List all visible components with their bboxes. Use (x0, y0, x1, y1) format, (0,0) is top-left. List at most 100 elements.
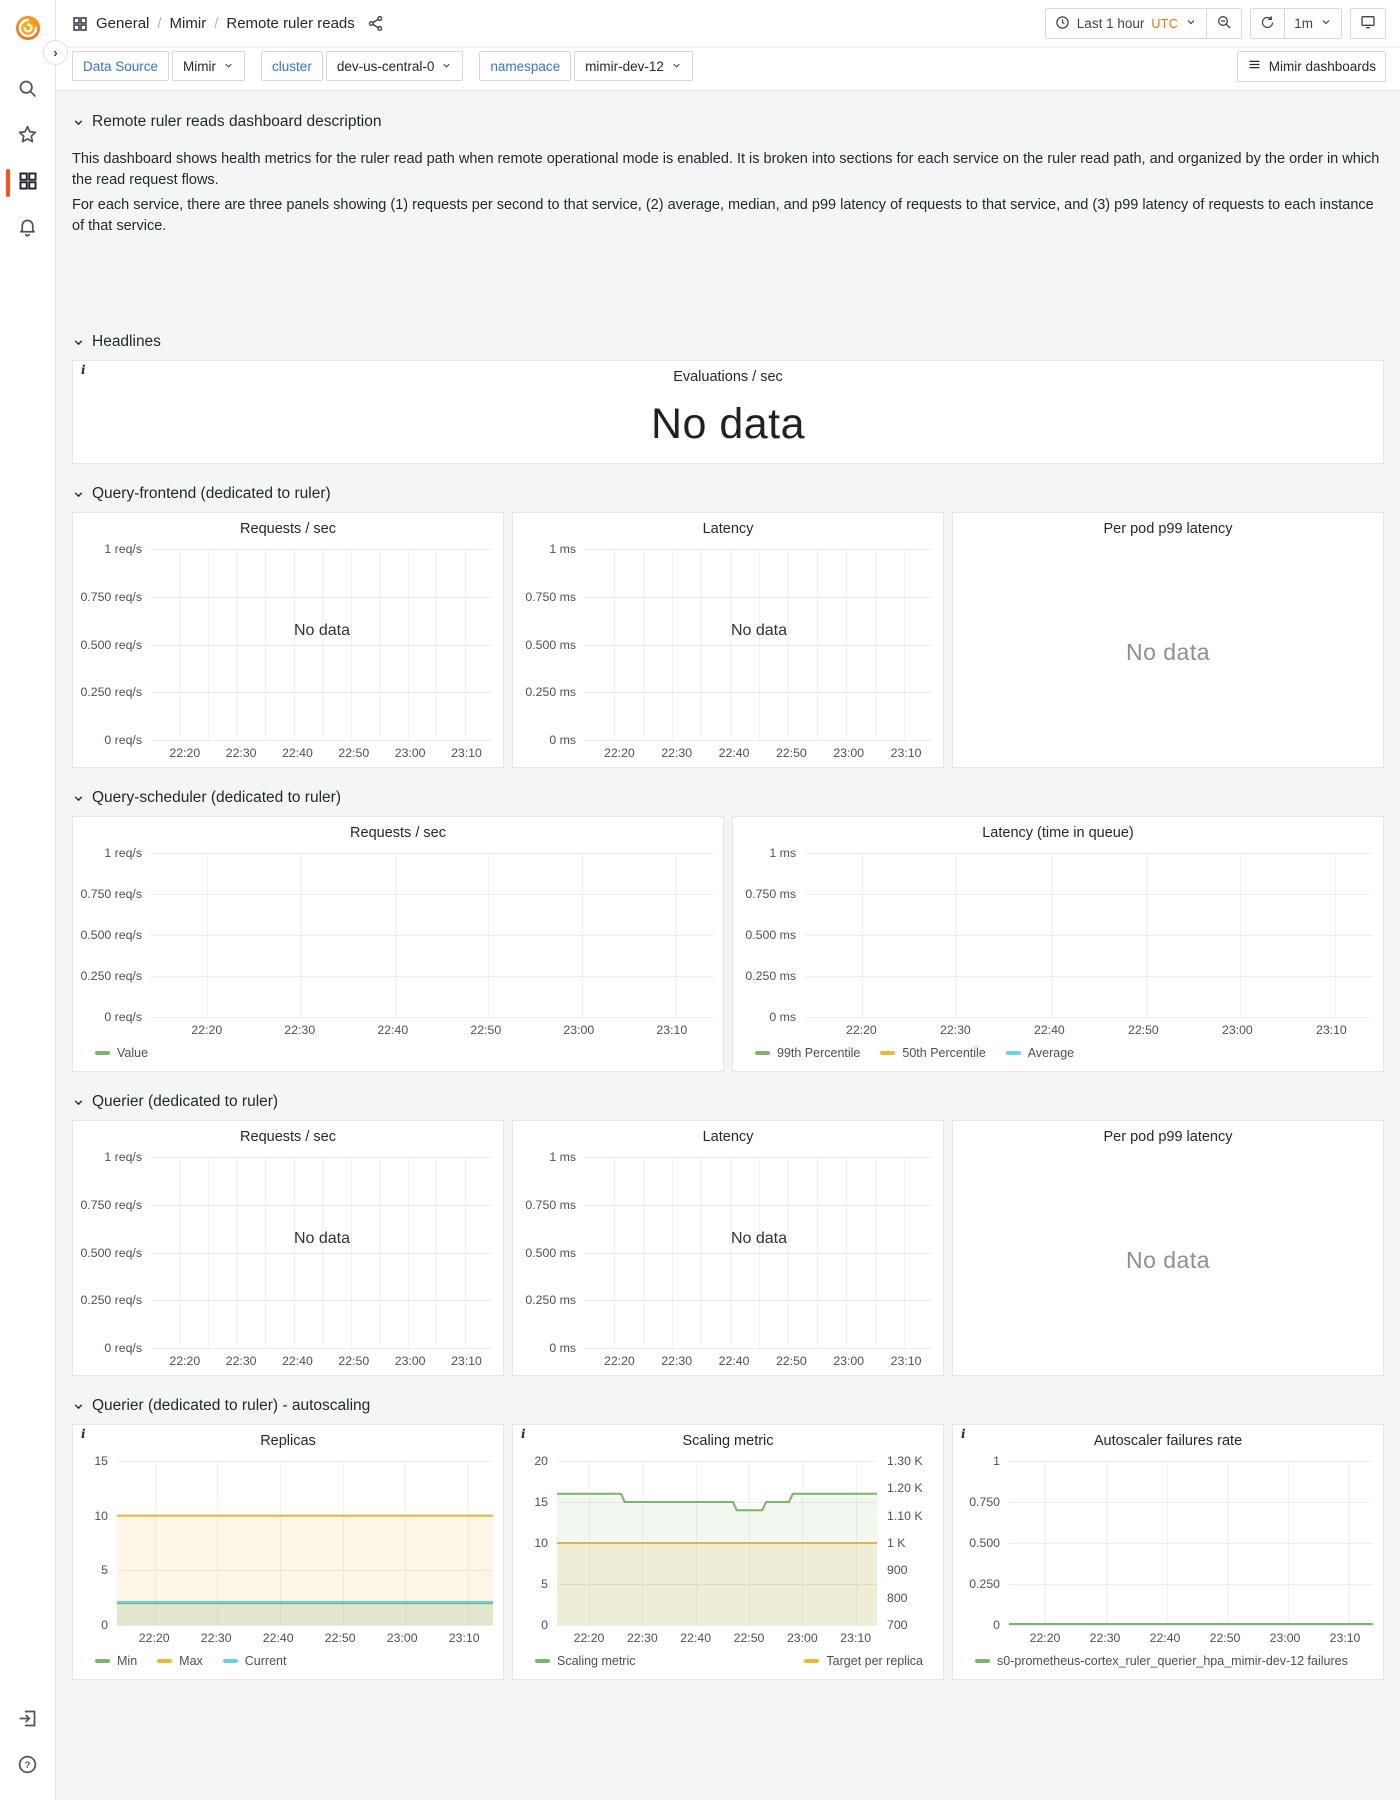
y-axis-tick: 1.20 K (887, 1481, 923, 1496)
grafana-logo-icon[interactable] (14, 14, 42, 42)
legend-item[interactable]: Target per replica (804, 1654, 923, 1668)
y-axis-tick: 5 (541, 1577, 548, 1592)
x-axis-tick: 23:00 (1222, 1023, 1253, 1038)
y-axis-tick: 1 req/s (104, 542, 142, 557)
panel-info-icon[interactable] (81, 363, 86, 377)
legend-swatch (157, 1658, 173, 1663)
variable-label[interactable]: cluster (261, 51, 323, 81)
panel-title[interactable]: Requests / sec (83, 821, 713, 845)
panel-title[interactable]: Requests / sec (83, 1125, 493, 1149)
plot-area[interactable]: No data (585, 1157, 933, 1350)
legend-label: Average (1027, 1045, 1075, 1060)
section-query-scheduler[interactable]: Query-scheduler (dedicated to ruler) (72, 789, 1384, 807)
sidebar-collapse-button[interactable]: › (43, 40, 68, 65)
panel-title[interactable]: Evaluations / sec (83, 365, 1373, 389)
panel-querier-requests: Requests / sec 1 req/s 0.750 req/s 0.500 r… (72, 1120, 504, 1377)
legend-item[interactable]: Current (222, 1653, 287, 1668)
kiosk-mode-button[interactable] (1350, 8, 1386, 39)
panel-info-icon[interactable] (961, 1427, 966, 1441)
sidebar-item-alerting[interactable] (0, 206, 56, 252)
mimir-dashboards-button[interactable]: Mimir dashboards (1236, 50, 1386, 82)
no-data-text: No data (293, 621, 351, 639)
legend-item[interactable]: Min (95, 1654, 137, 1668)
section-description[interactable]: Remote ruler reads dashboard description (72, 113, 1384, 131)
y-axis-tick: 0.500 req/s (80, 928, 142, 943)
legend-swatch (95, 1050, 110, 1055)
breadcrumb-group[interactable]: Mimir (170, 15, 207, 32)
chevron-down-icon (223, 59, 234, 74)
section-query-frontend[interactable]: Query-frontend (dedicated to ruler) (72, 485, 1384, 503)
y-axis-tick: 0.250 ms (525, 685, 576, 700)
x-axis-tick: 23:00 (394, 746, 426, 761)
panel-title[interactable]: Per pod p99 latency (963, 1125, 1373, 1149)
section-querier[interactable]: Querier (dedicated to ruler) (72, 1093, 1384, 1111)
chevron-down-icon (1185, 16, 1197, 31)
sidebar-item-sign-in[interactable] (0, 1698, 56, 1744)
legend-label: Current (244, 1653, 287, 1668)
x-axis-tick: 22:20 (169, 746, 201, 761)
share-icon[interactable] (367, 15, 384, 32)
plot-area[interactable] (151, 853, 713, 1019)
section-querier-autoscaling[interactable]: Querier (dedicated to ruler) - autoscali… (72, 1397, 1384, 1415)
panel-title[interactable]: Scaling metric (523, 1429, 933, 1453)
y-axis-tick: 0 ms (769, 1010, 796, 1025)
menu-icon (1247, 57, 1262, 75)
y-axis-tick: 15 (94, 1454, 108, 1469)
chevron-down-icon (441, 59, 452, 74)
plot-area[interactable] (805, 853, 1373, 1019)
sidebar-item-starred[interactable] (0, 114, 56, 160)
legend-item[interactable]: Average (1005, 1045, 1075, 1060)
chevron-down-icon (74, 119, 83, 125)
y-axis-tick: 10 (94, 1508, 108, 1523)
panel-title[interactable]: Latency (time in queue) (743, 821, 1373, 845)
variable-value-dropdown[interactable]: Mimir (172, 51, 246, 81)
variable-namespace: namespace mimir-dev-12 (479, 51, 693, 81)
panel-title[interactable]: Requests / sec (83, 517, 493, 541)
bell-icon (17, 216, 38, 242)
panel-title[interactable]: Replicas (83, 1429, 493, 1453)
plot-area[interactable] (1009, 1461, 1373, 1627)
plot-area[interactable]: No data (151, 549, 493, 742)
x-axis-tick: 22:20 (138, 1631, 170, 1646)
legend-item[interactable]: Scaling metric (535, 1654, 636, 1668)
legend-item[interactable]: 50th Percentile (880, 1046, 986, 1060)
variable-label[interactable]: Data Source (72, 51, 170, 81)
sidebar-item-help[interactable]: ? (0, 1744, 56, 1790)
x-axis-tick: 22:40 (282, 746, 313, 761)
variable-value-dropdown[interactable]: mimir-dev-12 (574, 51, 693, 81)
legend-item[interactable]: s0-prometheus-cortex_ruler_querier_hpa_m… (975, 1654, 1348, 1668)
legend-item[interactable]: 99th Percentile (755, 1046, 860, 1060)
plot-area[interactable]: No data (585, 549, 933, 742)
panel-title[interactable]: Per pod p99 latency (963, 517, 1373, 541)
x-axis-tick: 23:00 (386, 1631, 418, 1646)
y-axis-tick: 1 req/s (104, 846, 142, 861)
legend-item[interactable]: Max (157, 1654, 203, 1668)
plot-area[interactable] (117, 1461, 493, 1627)
variable-value-dropdown[interactable]: dev-us-central-0 (325, 51, 464, 81)
time-range-picker[interactable]: Last 1 hour UTC (1044, 8, 1208, 39)
panel-title[interactable]: Autoscaler failures rate (963, 1429, 1373, 1453)
panel-title[interactable]: Latency (523, 1125, 933, 1149)
refresh-interval-picker[interactable]: 1m (1284, 8, 1342, 39)
chart-legend: Min Max Current (83, 1648, 493, 1675)
legend-item[interactable]: Value (95, 1046, 148, 1060)
x-axis-tick: 22:40 (718, 1354, 750, 1369)
y-axis-tick: 0 ms (549, 733, 576, 748)
refresh-button[interactable] (1250, 8, 1286, 39)
panel-info-icon[interactable] (521, 1427, 526, 1441)
variable-label[interactable]: namespace (479, 51, 572, 81)
section-headlines[interactable]: Headlines (72, 333, 1384, 351)
sidebar-item-dashboards[interactable] (0, 160, 56, 206)
chevron-down-icon (671, 59, 682, 74)
plot-area[interactable] (557, 1461, 877, 1627)
panel-title[interactable]: Latency (523, 517, 933, 541)
panel-info-icon[interactable] (81, 1427, 86, 1441)
x-axis-tick: 22:30 (1089, 1631, 1121, 1646)
variable-cluster: cluster dev-us-central-0 (261, 51, 464, 81)
sidebar-item-search[interactable] (0, 68, 56, 114)
zoom-out-button[interactable] (1206, 8, 1243, 39)
plot-area[interactable]: No data (151, 1157, 493, 1350)
y-axis: 1 req/s 0.750 req/s 0.500 req/s 0.250 req/s… (80, 542, 151, 747)
x-axis-tick: 22:20 (604, 746, 635, 761)
breadcrumb-root[interactable]: General (96, 15, 149, 32)
